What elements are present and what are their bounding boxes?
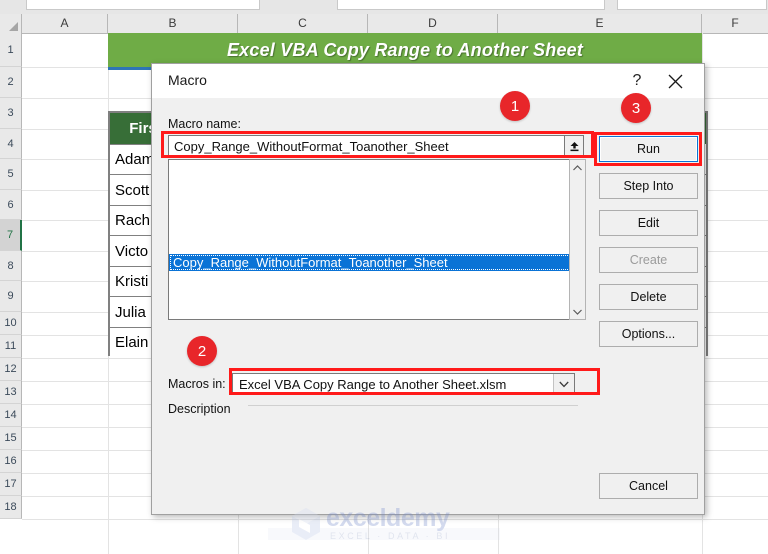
create-button: Create — [599, 247, 698, 273]
macros-in-label: Macros in: — [168, 377, 226, 391]
row-header-18[interactable]: 18 — [0, 496, 22, 519]
column-header-f[interactable]: F — [702, 14, 768, 33]
cancel-button[interactable]: Cancel — [599, 473, 698, 499]
macro-name-spinner-icon[interactable] — [564, 135, 584, 158]
dialog-title-bar: Macro ? — [152, 64, 704, 98]
row-header-17[interactable]: 17 — [0, 473, 22, 496]
macro-list-item-selected[interactable]: Copy_Range_WithoutFormat_Toanother_Sheet — [169, 254, 583, 271]
edit-button[interactable]: Edit — [599, 210, 698, 236]
scroll-down-icon[interactable] — [570, 304, 585, 319]
column-header-a[interactable]: A — [22, 14, 108, 33]
badge-1: 1 — [500, 91, 530, 121]
macro-name-label: Macro name: — [168, 117, 241, 131]
options-button[interactable]: Options... — [599, 321, 698, 347]
chevron-down-icon[interactable] — [553, 374, 574, 394]
row-header-15[interactable]: 15 — [0, 427, 22, 450]
row-header-6[interactable]: 6 — [0, 190, 22, 220]
help-icon[interactable]: ? — [624, 69, 650, 93]
formula-bar[interactable] — [617, 0, 767, 10]
macro-dialog: Macro ? Macro name: Copy_Range_WithoutFo… — [151, 63, 705, 515]
row-header-3[interactable]: 3 — [0, 98, 22, 129]
row-header-2[interactable]: 2 — [0, 67, 22, 98]
badge-2: 2 — [187, 336, 217, 366]
close-icon[interactable] — [660, 69, 690, 93]
row-header-4[interactable]: 4 — [0, 129, 22, 159]
row-header-8[interactable]: 8 — [0, 251, 22, 281]
sheet-title-banner: Excel VBA Copy Range to Another Sheet — [108, 33, 702, 67]
macro-listbox[interactable]: Copy_Range_WithoutFormat_Toanother_Sheet — [168, 159, 584, 320]
column-header-d[interactable]: D — [368, 14, 498, 33]
exceldemy-watermark: exceldemy EXCEL · DATA · BI — [268, 502, 500, 546]
dialog-title: Macro — [168, 72, 207, 88]
row-header-9[interactable]: 9 — [0, 281, 22, 312]
row-header-12[interactable]: 12 — [0, 358, 22, 381]
row-header-1[interactable]: 1 — [0, 33, 22, 67]
column-header-b[interactable]: B — [108, 14, 238, 33]
row-header-7[interactable]: 7 — [0, 220, 22, 251]
row-header-14[interactable]: 14 — [0, 404, 22, 427]
exceldemy-logo-icon — [290, 507, 322, 541]
name-box[interactable] — [26, 0, 260, 10]
description-divider — [248, 405, 578, 406]
description-label: Description — [168, 402, 231, 416]
row-header-16[interactable]: 16 — [0, 450, 22, 473]
step-into-button[interactable]: Step Into — [599, 173, 698, 199]
watermark-name: exceldemy — [326, 504, 450, 532]
select-all-corner[interactable] — [0, 14, 22, 33]
column-header-row: A B C D E F — [0, 14, 768, 34]
macro-name-input[interactable]: Copy_Range_WithoutFormat_Toanother_Sheet — [168, 135, 584, 158]
row-header-13[interactable]: 13 — [0, 381, 22, 404]
macros-in-select[interactable]: Excel VBA Copy Range to Another Sheet.xl… — [232, 373, 575, 395]
column-header-c[interactable]: C — [238, 14, 368, 33]
delete-button[interactable]: Delete — [599, 284, 698, 310]
row-header-5[interactable]: 5 — [0, 159, 22, 190]
scroll-up-icon[interactable] — [570, 160, 585, 175]
ribbon-strip — [0, 0, 768, 14]
watermark-tagline: EXCEL · DATA · BI — [330, 531, 451, 541]
row-header-11[interactable]: 11 — [0, 335, 22, 358]
run-button[interactable]: Run — [599, 136, 698, 162]
row-header-10[interactable]: 10 — [0, 312, 22, 335]
function-box[interactable] — [337, 0, 605, 10]
macro-list-scrollbar[interactable] — [569, 159, 586, 320]
column-header-e[interactable]: E — [498, 14, 702, 33]
badge-3: 3 — [621, 93, 651, 123]
